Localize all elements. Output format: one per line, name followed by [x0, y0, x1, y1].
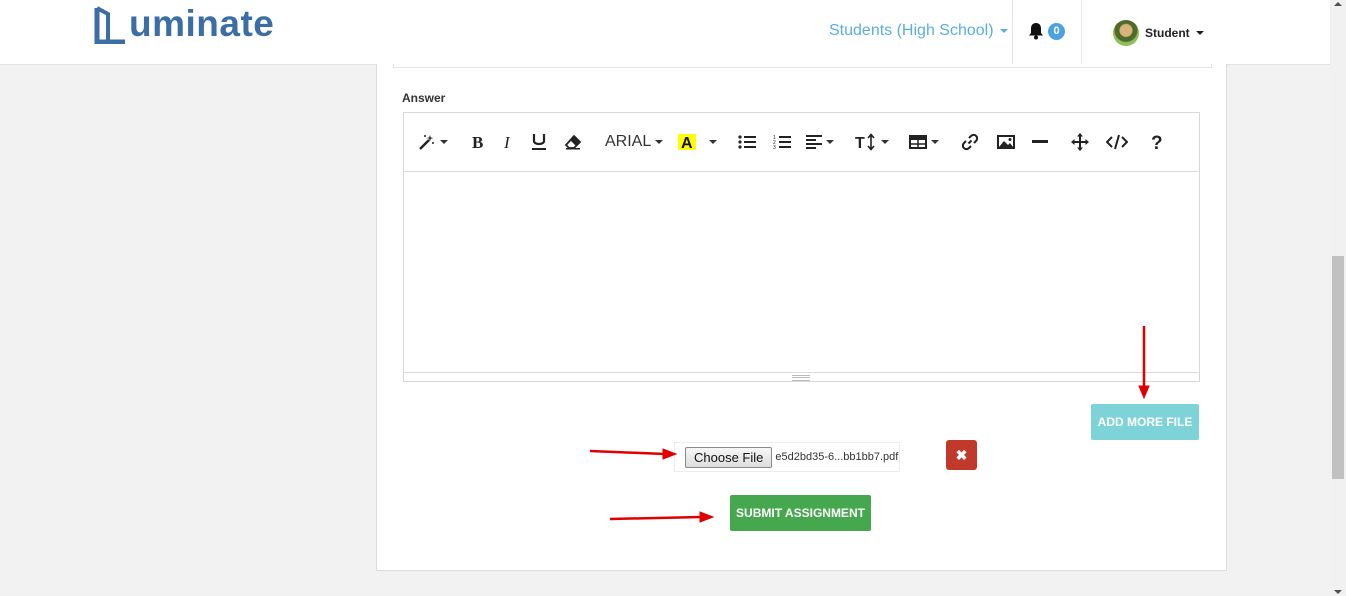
magic-icon [419, 135, 434, 150]
svg-text:?: ? [1151, 133, 1163, 151]
highlight-color-icon: A [678, 134, 696, 151]
svg-text:I: I [503, 134, 511, 150]
notifications-button[interactable]: 0 [1027, 22, 1065, 40]
chevron-down-icon [931, 140, 939, 144]
code-view-icon [1106, 134, 1128, 150]
clear-formatting-button[interactable] [564, 129, 582, 155]
notification-count-badge: 0 [1048, 22, 1065, 40]
bell-icon [1029, 23, 1043, 40]
editor-resize-handle[interactable] [404, 372, 1199, 382]
chevron-down-icon [440, 140, 448, 144]
school-selector-dropdown[interactable]: Students (High School) [829, 22, 1008, 40]
font-family-label: ARIAL [605, 133, 652, 150]
editor-toolbar: B I ARIAL A 1 2 3 T ? [404, 113, 1199, 172]
svg-text:3: 3 [773, 145, 776, 149]
line-height-dropdown[interactable]: T [855, 129, 889, 155]
italic-icon: I [503, 134, 511, 150]
logo[interactable]: uminate [94, 2, 274, 46]
chevron-down-icon [1195, 31, 1204, 35]
horizontal-rule-icon [1032, 140, 1048, 143]
chevron-down-icon [999, 29, 1008, 33]
align-left-icon [806, 135, 822, 149]
remove-file-button[interactable]: ✖ [946, 440, 977, 470]
unordered-list-button[interactable] [738, 129, 756, 155]
style-dropdown-button[interactable] [418, 129, 448, 155]
fullscreen-icon [1071, 133, 1089, 151]
editor-content-area[interactable] [404, 172, 1199, 372]
choose-file-button[interactable]: Choose File [685, 446, 773, 468]
top-navbar: uminate Students (High School) 0 Student [0, 0, 1330, 65]
user-menu-dropdown[interactable]: Student [1113, 20, 1204, 46]
link-icon [961, 133, 979, 151]
highlight-color-button[interactable]: A [678, 129, 696, 155]
font-family-dropdown[interactable]: ARIAL [605, 129, 664, 155]
table-icon [909, 135, 927, 149]
scroll-up-arrow-icon[interactable] [1334, 2, 1342, 6]
code-view-button[interactable] [1106, 129, 1128, 155]
color-dropdown-button[interactable] [705, 129, 717, 155]
close-icon: ✖ [955, 446, 968, 463]
nav-divider [1012, 0, 1013, 64]
italic-button[interactable]: I [503, 129, 515, 155]
help-button[interactable]: ? [1150, 129, 1164, 155]
previous-section-edge [393, 64, 1212, 68]
resize-grip-icon [792, 375, 810, 381]
insert-image-button[interactable] [997, 129, 1015, 155]
ordered-list-icon: 1 2 3 [773, 135, 791, 149]
avatar [1113, 20, 1139, 46]
bold-icon: B [472, 134, 483, 150]
ordered-list-button[interactable]: 1 2 3 [773, 129, 791, 155]
bold-button[interactable]: B [471, 129, 485, 155]
paragraph-align-dropdown[interactable] [806, 129, 834, 155]
add-more-file-button[interactable]: ADD MORE FILE [1091, 404, 1199, 440]
insert-link-button[interactable] [961, 129, 979, 155]
nav-divider [1081, 0, 1082, 64]
chevron-down-icon [709, 140, 717, 144]
image-icon [997, 135, 1015, 149]
scrollbar-thumb[interactable] [1332, 256, 1344, 479]
user-name-label: Student [1145, 26, 1190, 40]
svg-text:B: B [472, 134, 483, 150]
fullscreen-button[interactable] [1071, 129, 1089, 155]
unordered-list-icon [738, 135, 756, 149]
underline-icon [532, 134, 546, 150]
svg-text:T: T [855, 135, 865, 151]
answer-label: Answer [402, 91, 446, 105]
chevron-down-icon [881, 140, 889, 144]
logo-text: uminate [129, 3, 275, 44]
answer-rich-text-editor[interactable]: B I ARIAL A 1 2 3 T ? [403, 112, 1200, 382]
help-icon: ? [1151, 133, 1163, 151]
logo-mark-icon [94, 6, 125, 44]
eraser-icon [564, 134, 582, 150]
submit-assignment-button[interactable]: SUBMIT ASSIGNMENT [730, 495, 871, 531]
scroll-down-arrow-icon[interactable] [1334, 590, 1342, 594]
selected-file-name: e5d2bd35-6...bb1bb7.pdf [775, 451, 899, 463]
horizontal-rule-button[interactable] [1032, 129, 1048, 155]
underline-button[interactable] [531, 129, 547, 155]
svg-text:A: A [681, 135, 693, 151]
page-scrollbar[interactable] [1330, 0, 1346, 596]
chevron-down-icon [655, 140, 664, 144]
file-input[interactable]: Choose File e5d2bd35-6...bb1bb7.pdf [674, 442, 900, 472]
table-dropdown[interactable] [909, 129, 939, 155]
text-height-icon: T [855, 133, 875, 151]
chevron-down-icon [826, 140, 834, 144]
school-selector-label: Students (High School) [829, 22, 994, 39]
